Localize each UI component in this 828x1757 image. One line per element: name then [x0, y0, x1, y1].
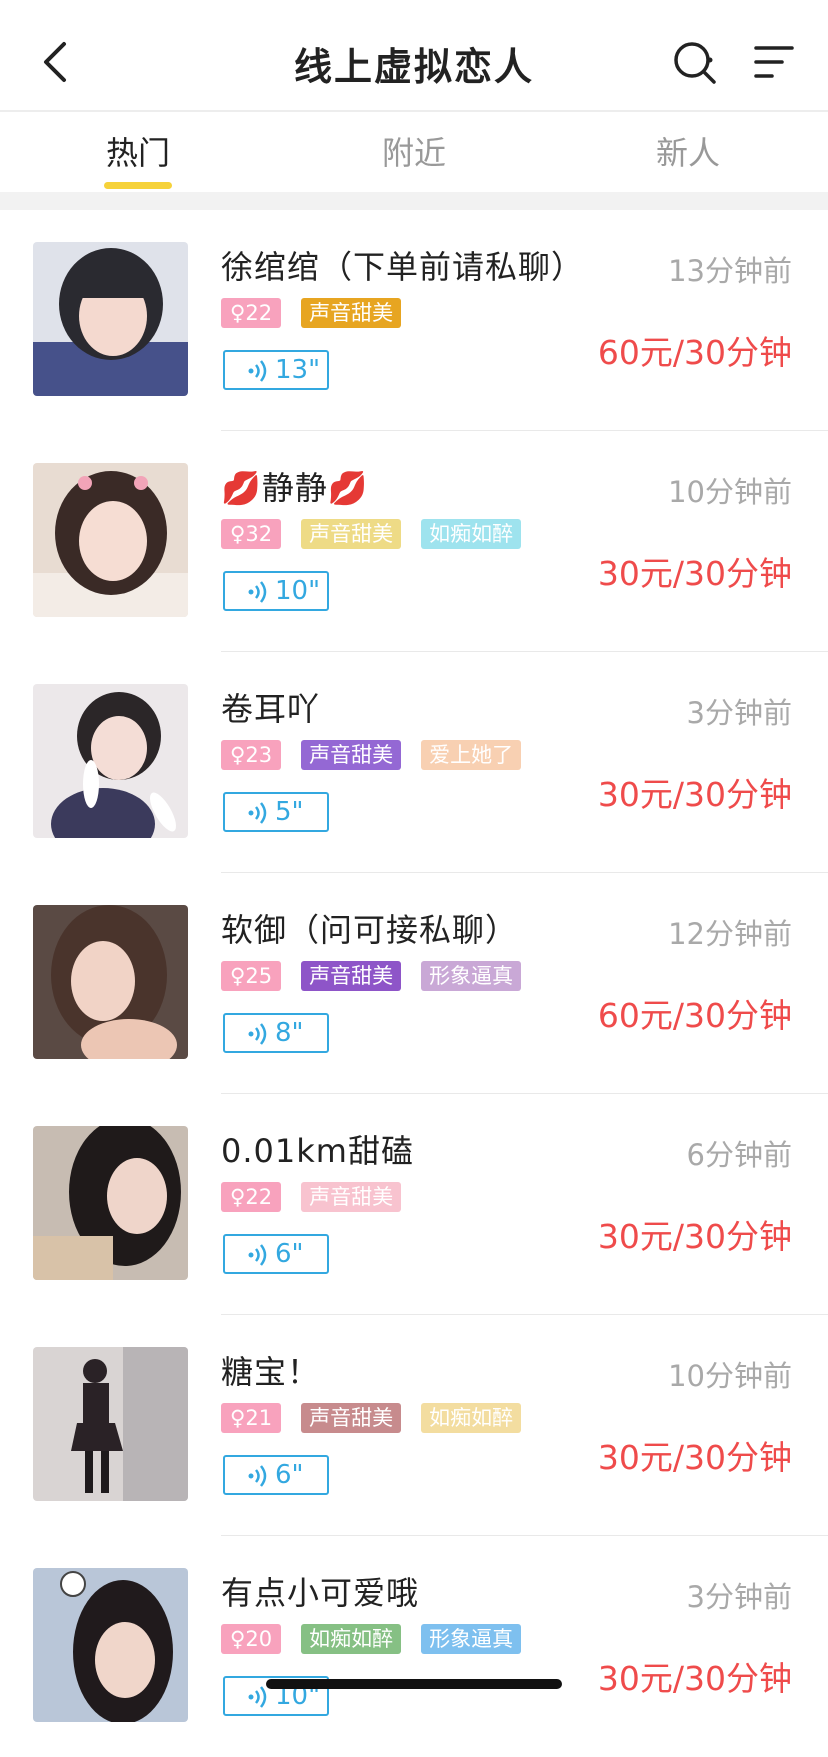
- tab-hot[interactable]: 热门: [68, 128, 208, 174]
- tag-label: 声音甜美: [301, 1182, 402, 1212]
- tag-label: 形象逼真: [421, 961, 522, 991]
- age-badge: ♀25: [221, 961, 282, 991]
- voice-sample-button[interactable]: 6": [223, 1234, 329, 1274]
- voice-sample-button[interactable]: 6": [223, 1455, 329, 1495]
- active-tab-indicator: [104, 182, 172, 189]
- list-item[interactable]: 卷耳吖 ♀23 声音甜美 爱上她了 5" 3分钟前 30元/30分钟: [0, 652, 828, 873]
- tag-label: 声音甜美: [301, 961, 402, 991]
- list-item[interactable]: 0.01km甜磕 ♀22 声音甜美 6" 6分钟前 30元/30分钟: [0, 1094, 828, 1315]
- sound-wave-icon: [248, 360, 267, 382]
- tag-label: 声音甜美: [301, 1403, 402, 1433]
- tag-row: ♀22 声音甜美: [221, 298, 402, 330]
- age-badge: ♀21: [221, 1403, 282, 1433]
- tag-row: ♀22 声音甜美: [221, 1182, 402, 1214]
- avatar[interactable]: [33, 1126, 188, 1280]
- voice-sample-button[interactable]: 13": [223, 350, 329, 390]
- avatar[interactable]: [33, 463, 188, 617]
- avatar[interactable]: [33, 684, 188, 838]
- tag-label: 声音甜美: [301, 519, 402, 549]
- age-badge: ♀22: [221, 1182, 282, 1212]
- home-indicator[interactable]: [266, 1679, 562, 1689]
- tag-row: ♀20 如痴如醉 形象逼真: [221, 1624, 522, 1656]
- price: 30元/30分钟: [597, 1438, 792, 1477]
- user-name: 0.01km甜磕: [221, 1132, 414, 1170]
- voice-duration: 6": [275, 1239, 304, 1269]
- tag-row: ♀21 声音甜美 如痴如醉: [221, 1403, 522, 1435]
- list-item[interactable]: 有点小可爱哦 ♀20 如痴如醉 形象逼真 10" 3分钟前 30元/30分钟: [0, 1536, 828, 1757]
- sound-wave-icon: [248, 1023, 267, 1045]
- tag-row: ♀32 声音甜美 如痴如醉: [221, 519, 522, 551]
- age-badge: ♀20: [221, 1624, 282, 1654]
- tab-new[interactable]: 新人: [618, 128, 758, 174]
- tag-label: 如痴如醉: [421, 1403, 522, 1433]
- last-active-time: 10分钟前: [668, 475, 792, 509]
- section-gap: [0, 192, 828, 210]
- last-active-time: 3分钟前: [686, 1580, 792, 1614]
- voice-sample-button[interactable]: 8": [223, 1013, 329, 1053]
- last-active-time: 13分钟前: [668, 254, 792, 288]
- last-active-time: 3分钟前: [686, 696, 792, 730]
- tag-label: 形象逼真: [421, 1624, 522, 1654]
- tag-row: ♀25 声音甜美 形象逼真: [221, 961, 522, 993]
- filter-menu-icon[interactable]: [752, 42, 796, 82]
- price: 60元/30分钟: [597, 996, 792, 1035]
- age-badge: ♀23: [221, 740, 282, 770]
- voice-duration: 10": [275, 576, 321, 606]
- age-badge: ♀32: [221, 519, 282, 549]
- voice-duration: 13": [275, 355, 321, 385]
- price: 30元/30分钟: [597, 554, 792, 593]
- price: 60元/30分钟: [597, 333, 792, 372]
- tag-label: 爱上她了: [421, 740, 522, 770]
- tag-label: 如痴如醉: [421, 519, 522, 549]
- last-active-time: 6分钟前: [686, 1138, 792, 1172]
- user-name: 有点小可爱哦: [221, 1574, 420, 1612]
- sound-wave-icon: [248, 1465, 267, 1487]
- list-item[interactable]: 软御（问可接私聊） ♀25 声音甜美 形象逼真 8" 12分钟前 60元/30分…: [0, 873, 828, 1094]
- avatar[interactable]: [33, 1347, 188, 1501]
- voice-sample-button[interactable]: 10": [223, 571, 329, 611]
- avatar[interactable]: [33, 242, 188, 396]
- tag-label: 如痴如醉: [301, 1624, 402, 1654]
- avatar[interactable]: [33, 905, 188, 1059]
- top-bar: 线上虚拟恋人: [0, 0, 828, 110]
- user-name: 软御（问可接私聊）: [221, 911, 519, 949]
- sound-wave-icon: [248, 1244, 267, 1266]
- avatar[interactable]: [33, 1568, 188, 1722]
- list-item[interactable]: 徐绾绾（下单前请私聊） ♀22 声音甜美 13" 13分钟前 60元/30分钟: [0, 210, 828, 431]
- user-name: 卷耳吖: [221, 690, 321, 728]
- voice-duration: 5": [275, 797, 304, 827]
- voice-duration: 8": [275, 1018, 304, 1048]
- search-icon[interactable]: [672, 40, 718, 86]
- header-divider: [0, 110, 828, 112]
- sound-wave-icon: [248, 802, 267, 824]
- last-active-time: 10分钟前: [668, 1359, 792, 1393]
- user-name: 徐绾绾（下单前请私聊）: [221, 248, 585, 286]
- list-item[interactable]: 💋静静💋 ♀32 声音甜美 如痴如醉 10" 10分钟前 30元/30分钟: [0, 431, 828, 652]
- last-active-time: 12分钟前: [668, 917, 792, 951]
- user-list: 徐绾绾（下单前请私聊） ♀22 声音甜美 13" 13分钟前 60元/30分钟: [0, 210, 828, 1757]
- price: 30元/30分钟: [597, 775, 792, 814]
- tab-nearby[interactable]: 附近: [344, 128, 484, 174]
- sound-wave-icon: [248, 581, 267, 603]
- tag-label: 声音甜美: [301, 740, 402, 770]
- price: 30元/30分钟: [597, 1217, 792, 1256]
- price: 30元/30分钟: [597, 1659, 792, 1698]
- voice-sample-button[interactable]: 5": [223, 792, 329, 832]
- list-item[interactable]: 糖宝！ ♀21 声音甜美 如痴如醉 6" 10分钟前 30元/30分钟: [0, 1315, 828, 1536]
- user-name: 糖宝！: [221, 1353, 321, 1391]
- tag-row: ♀23 声音甜美 爱上她了: [221, 740, 522, 772]
- voice-duration: 6": [275, 1460, 304, 1490]
- user-name: 💋静静💋: [221, 469, 369, 507]
- age-badge: ♀22: [221, 298, 282, 328]
- tag-label: 声音甜美: [301, 298, 402, 328]
